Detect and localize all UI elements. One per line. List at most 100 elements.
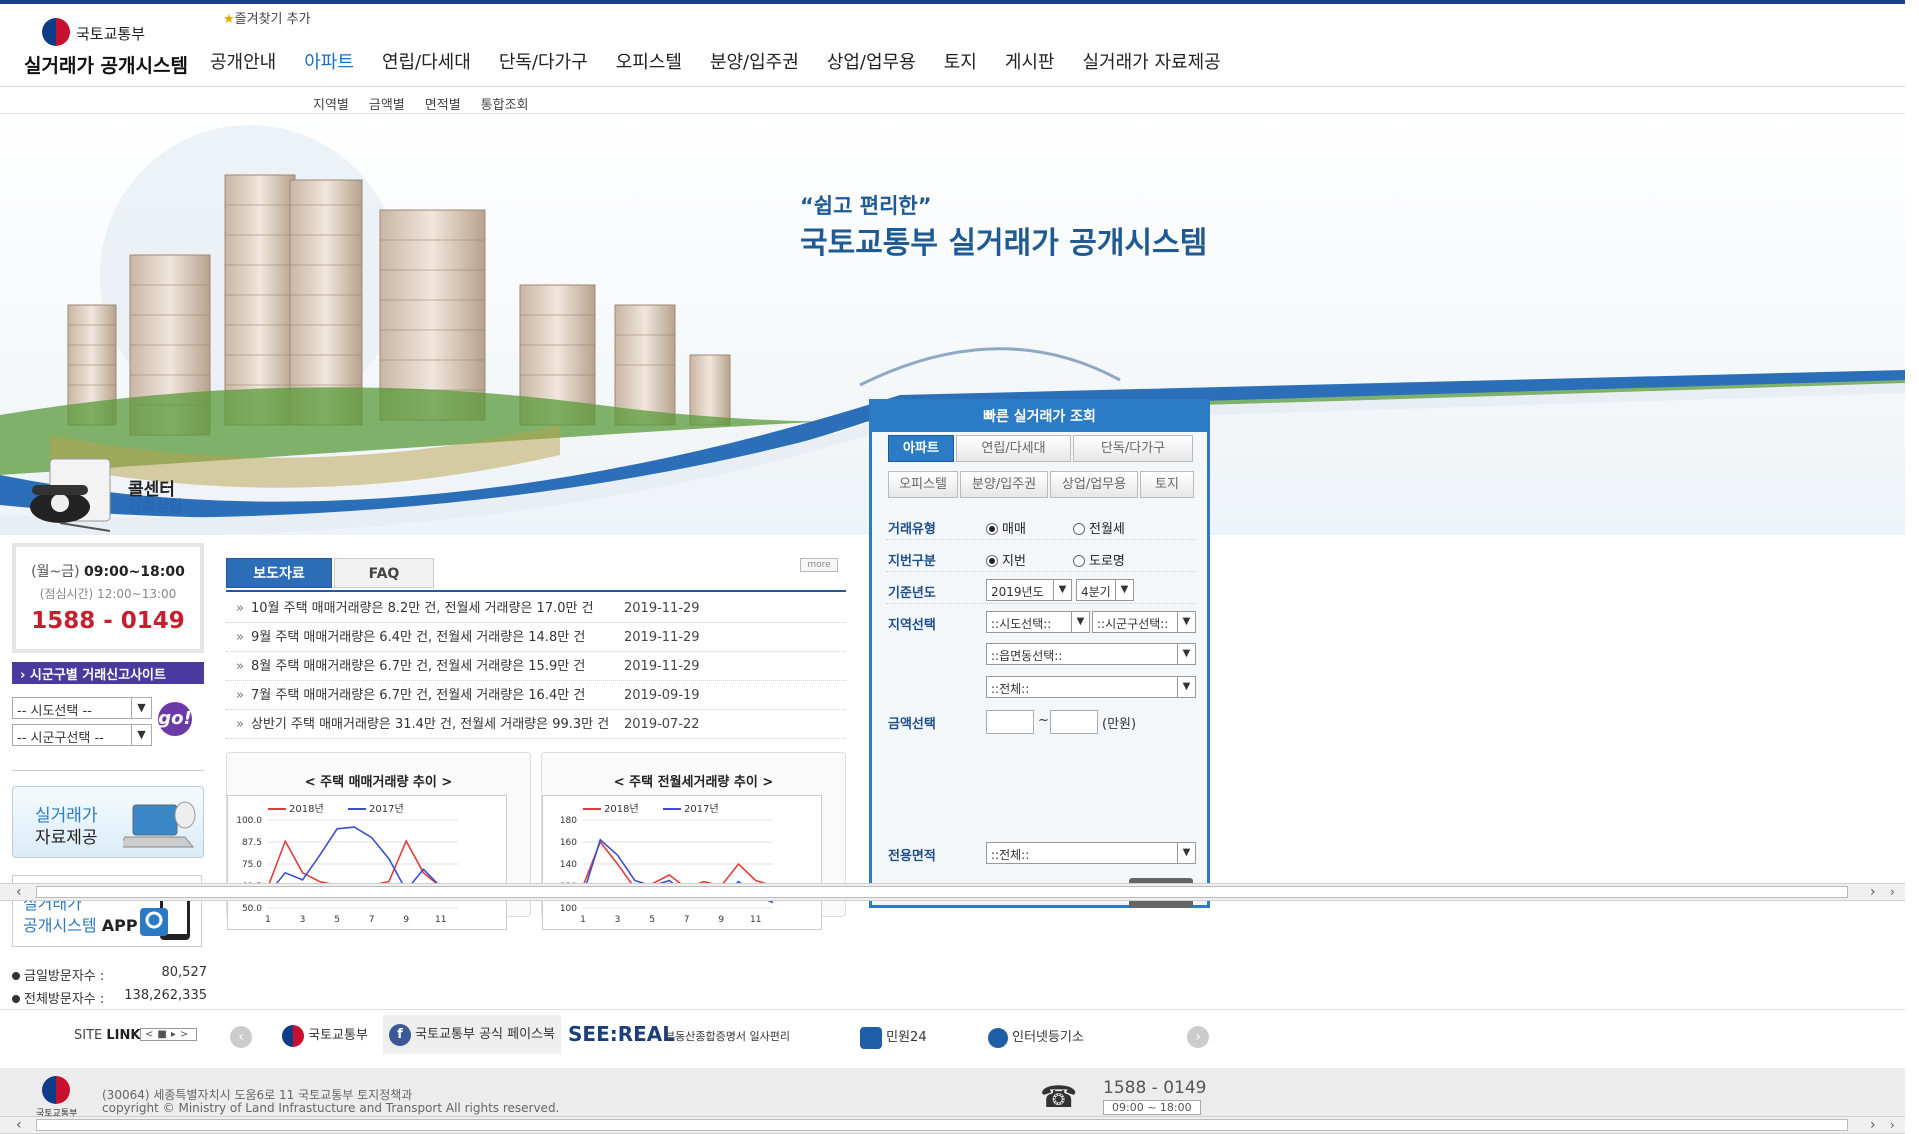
price-max-input[interactable] (1050, 710, 1098, 734)
link-logo-label: 국토교통부 (308, 1028, 368, 1043)
quick-tab-row-house[interactable]: 연립/다세대 (956, 435, 1071, 462)
quick-tab-land[interactable]: 토지 (1140, 471, 1194, 498)
ministry-name[interactable]: 국토교통부 (76, 23, 145, 44)
x-tick-label: 5 (334, 915, 340, 925)
nav-item-row-house[interactable]: 연립/다세대 (382, 48, 471, 74)
area-select[interactable]: ::전체:: ▼ (986, 842, 1196, 864)
bullet-icon (12, 972, 20, 980)
nav-item-apartment[interactable]: 아파트 (302, 48, 356, 102)
news-list: » 10월 주택 매매거래량은 8.2만 건, 전월세 거래량은 17.0만 건 2… (226, 594, 846, 739)
price-min-input[interactable] (986, 710, 1034, 734)
nav-item-commercial[interactable]: 상업/업무용 (827, 48, 916, 74)
link-logo-iros[interactable]: 인터넷등기소 (988, 1026, 1084, 1048)
system-title[interactable]: 실거래가 공개시스템 (24, 51, 188, 78)
prev-arrow-icon[interactable]: ‹ (230, 1026, 252, 1048)
subnav-by-region[interactable]: 지역별 (313, 94, 349, 113)
horizontal-scrollbar[interactable]: ‹ › › (0, 883, 1905, 901)
trade-option-label: 전월세 (1089, 522, 1125, 537)
news-item[interactable]: » 7월 주택 매매거래량은 6.7만 건, 전월세 거래량은 16.4만 건 20… (226, 681, 846, 710)
news-item[interactable]: » 10월 주택 매매거래량은 8.2만 건, 전월세 거래량은 17.0만 건 2… (226, 594, 846, 623)
nav-item-disclosure[interactable]: 공개안내 (210, 48, 276, 74)
news-title[interactable]: 7월 주택 매매거래량은 6.7만 건, 전월세 거래량은 16.4만 건 (251, 681, 585, 710)
news-item[interactable]: » 9월 주택 매매거래량은 6.4만 건, 전월세 거래량은 14.8만 건 20… (226, 623, 846, 652)
site-sido-select[interactable]: -- 시도선택 -- ▼ (12, 697, 152, 719)
go-button[interactable]: go! (158, 702, 192, 736)
nav-item-detached-house[interactable]: 단독/다가구 (499, 48, 588, 74)
year-select[interactable]: 2019년도 ▼ (986, 579, 1072, 601)
quick-tab-officetel[interactable]: 오피스텔 (888, 471, 958, 498)
chevron-down-icon: ▼ (1053, 580, 1071, 600)
next-arrow-icon[interactable]: › (1187, 1026, 1209, 1048)
quick-tab-detached-house[interactable]: 단독/다가구 (1073, 435, 1193, 462)
visitors-total-value: 138,262,335 (124, 988, 207, 1003)
nav-item-presale[interactable]: 분양/입주권 (710, 48, 799, 74)
subnav-integrated[interactable]: 통합조회 (481, 94, 529, 113)
more-button[interactable]: more (800, 558, 838, 572)
dong-select[interactable]: ::읍면동선택:: ▼ (986, 643, 1196, 665)
link-logo-seereal[interactable]: SEE:REAL (568, 1022, 675, 1046)
x-tick-label: 3 (300, 915, 306, 925)
nav-item-data-service[interactable]: 실거래가 자료제공 (1083, 48, 1221, 74)
bullet-icon: » (236, 601, 244, 616)
link-logo-label: 국토교통부 공식 페이스북 (415, 1027, 555, 1042)
scroll-right-icon[interactable]: › (1870, 1117, 1876, 1133)
quick-tab-commercial[interactable]: 상업/업무용 (1050, 471, 1138, 498)
quick-tab-apartment[interactable]: 아파트 (888, 435, 954, 462)
news-title[interactable]: 상반기 주택 매매거래량은 31.4만 건, 전월세 거래량은 99.3만 건 (251, 710, 609, 739)
scroll-end-icon[interactable]: › (1890, 1117, 1895, 1133)
news-item[interactable]: » 8월 주택 매매거래량은 6.7만 건, 전월세 거래량은 15.9만 건 20… (226, 652, 846, 681)
x-tick-label: 9 (718, 915, 724, 925)
address-option-label: 지번 (1002, 554, 1026, 569)
nav-item-officetel[interactable]: 오피스텔 (616, 48, 682, 74)
visitors-today: 금일방문자수 : 80,527 (12, 965, 207, 984)
news-title[interactable]: 8월 주택 매매거래량은 6.7만 건, 전월세 거래량은 15.9만 건 (251, 652, 585, 681)
news-title[interactable]: 10월 주택 매매거래량은 8.2만 건, 전월세 거래량은 17.0만 건 (251, 594, 594, 623)
news-date: 2019-11-29 (624, 630, 700, 645)
scroll-right-icon[interactable]: › (1870, 884, 1876, 900)
trade-radio-rent[interactable]: 전월세 (1073, 518, 1125, 537)
link-logo-minwon24[interactable]: 민원24 (860, 1026, 927, 1049)
trade-radio-sale[interactable]: 매매 (986, 518, 1026, 537)
bookmark-link[interactable]: ★즐겨찾기 추가 (223, 8, 311, 27)
scrollbar-track[interactable] (36, 1119, 1848, 1131)
site-sigungu-select[interactable]: -- 시군구선택 -- ▼ (12, 724, 152, 746)
data-service-banner[interactable]: 실거래가 자료제공 (12, 786, 204, 858)
site-link-controls[interactable]: <■▸> (140, 1028, 198, 1041)
news-item[interactable]: » 상반기 주택 매매거래량은 31.4만 건, 전월세 거래량은 99.3만 건… (226, 710, 846, 739)
dong-value: ::읍면동선택:: (991, 649, 1063, 663)
site-sigungu-value: -- 시군구선택 -- (17, 731, 104, 746)
quarter-select[interactable]: 4분기 ▼ (1076, 579, 1134, 601)
bullet-icon: » (236, 659, 244, 674)
link-logo-molit[interactable]: 국토교통부 (282, 1024, 368, 1047)
nav-item-board[interactable]: 게시판 (1005, 48, 1055, 74)
ministry-emblem-icon[interactable] (42, 18, 70, 46)
address-radio-lot[interactable]: 지번 (986, 550, 1026, 569)
news-title[interactable]: 9월 주택 매매거래량은 6.4만 건, 전월세 거래량은 14.8만 건 (251, 623, 585, 652)
scroll-end-icon[interactable]: › (1890, 884, 1895, 900)
sigungu-select[interactable]: ::시군구선택:: ▼ (1092, 611, 1196, 633)
tab-press-release[interactable]: 보도자료 (226, 558, 332, 588)
year-label: 기준년도 (888, 586, 936, 601)
radio-unchecked (1073, 555, 1085, 567)
address-radio-road[interactable]: 도로명 (1073, 550, 1125, 569)
banner-slogan-small: “쉽고 편리한” (800, 194, 932, 218)
sales-volume-line-chart: 50.062.575.087.5100.01357911 (236, 816, 459, 925)
link-logo-facebook[interactable]: f 국토교통부 공식 페이스북 (383, 1015, 561, 1054)
horizontal-scrollbar[interactable]: ‹ › › (0, 1116, 1905, 1134)
subnav-by-price[interactable]: 금액별 (369, 94, 405, 113)
tab-faq[interactable]: FAQ (334, 558, 434, 588)
nav-item-land[interactable]: 토지 (944, 48, 977, 74)
bullet-icon: » (236, 717, 244, 732)
subnav-by-area[interactable]: 면적별 (425, 94, 461, 113)
scroll-left-icon[interactable]: ‹ (16, 884, 22, 900)
scrollbar-track[interactable] (36, 886, 1848, 898)
callcenter-phone: 1588 - 0149 (31, 608, 185, 634)
scroll-left-icon[interactable]: ‹ (16, 1117, 22, 1133)
main-navigation: 공개안내 아파트 연립/다세대 단독/다가구 오피스텔 분양/입주권 상업/업무… (210, 48, 1249, 102)
quick-tab-presale[interactable]: 분양/입주권 (960, 471, 1048, 498)
link-logo-ilsa[interactable]: 부동산종합증명서 일사편리 (665, 1028, 790, 1044)
complex-select[interactable]: ::전체:: ▼ (986, 676, 1196, 698)
sido-select[interactable]: ::시도선택:: ▼ (986, 611, 1090, 633)
complex-value: ::전체:: (991, 682, 1030, 696)
bullet-icon: » (236, 630, 244, 645)
